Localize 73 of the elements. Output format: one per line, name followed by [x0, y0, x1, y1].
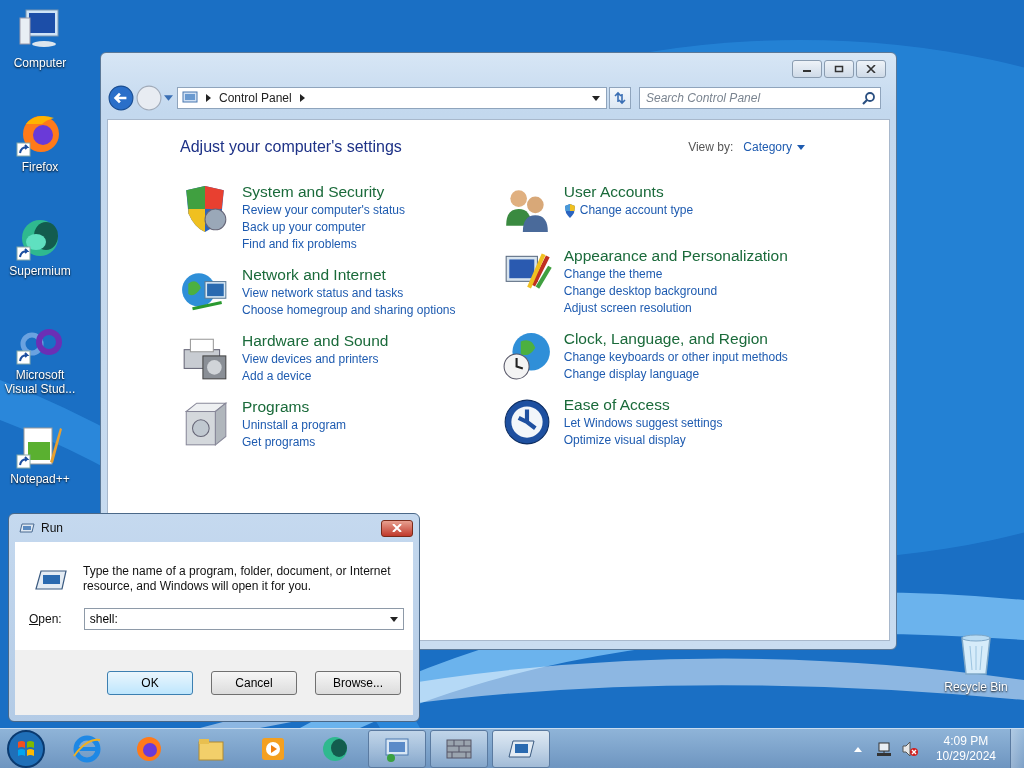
task-link[interactable]: Change keyboards or other input methods — [563, 349, 788, 366]
maximize-button[interactable] — [824, 60, 854, 78]
globe-e-icon — [72, 733, 102, 764]
view-by-dropdown[interactable]: Category — [743, 140, 805, 154]
task-link[interactable]: Change the theme — [563, 266, 663, 283]
category-link[interactable]: Programs — [242, 397, 347, 417]
control-panel-taskbar-button[interactable] — [368, 729, 426, 768]
category-link[interactable]: Ease of Access — [563, 395, 723, 415]
refresh-button[interactable] — [609, 87, 631, 109]
category-link[interactable]: Network and Internet — [242, 265, 456, 285]
task-link[interactable]: Optimize visual display — [563, 432, 686, 449]
show-desktop-button[interactable] — [1010, 728, 1024, 768]
clock-globe-icon[interactable] — [501, 331, 552, 381]
run-taskbar-button[interactable] — [492, 729, 550, 768]
task-link[interactable]: View network status and tasks — [242, 285, 404, 302]
task-link[interactable]: Review your computer's status — [242, 202, 406, 219]
minimize-button[interactable] — [792, 60, 822, 78]
close-button[interactable] — [856, 60, 886, 78]
task-link[interactable]: Change desktop background — [563, 283, 718, 300]
run-icon — [19, 522, 35, 534]
close-button[interactable] — [381, 519, 413, 537]
category-link[interactable]: Clock, Language, and Region — [563, 329, 788, 349]
category-link[interactable]: Appearance and Personalization — [563, 246, 788, 266]
chevron-icon[interactable] — [206, 94, 211, 102]
search-icon[interactable] — [862, 91, 876, 105]
task-link[interactable]: Adjust screen resolution — [563, 300, 692, 317]
task-link[interactable]: Let Windows suggest settings — [563, 415, 723, 432]
control-panel-icon — [182, 91, 198, 105]
browse-button[interactable]: Browse... — [315, 670, 401, 695]
page-heading: Adjust your computer's settings — [180, 138, 402, 156]
ok-button[interactable]: OK — [107, 670, 193, 695]
close-icon — [866, 65, 876, 73]
close-icon — [392, 524, 402, 532]
task-link[interactable]: View devices and printers — [242, 351, 379, 368]
refresh-icon — [613, 91, 627, 105]
window-title: Run — [41, 521, 63, 535]
desktop-icon-label[interactable]: Microsoft Visual Stud... — [0, 368, 80, 396]
desktop-icon-label[interactable]: Computer — [13, 56, 67, 70]
task-link[interactable]: Change account type — [579, 202, 694, 219]
show-hidden-icons-icon[interactable] — [853, 745, 862, 752]
description-text: Type the name of a program, folder, document, or Internet resource, and Windows will open it for you. — [83, 564, 392, 594]
search-field[interactable]: Search Control Panel — [639, 87, 881, 109]
start-button[interactable] — [6, 728, 46, 768]
task-link[interactable]: Get programs — [242, 434, 316, 451]
task-link[interactable]: Change display language — [563, 366, 700, 383]
task-link[interactable]: Find and fix problems — [242, 236, 357, 253]
caret-icon — [797, 144, 805, 150]
category-link[interactable]: User Accounts — [563, 182, 694, 202]
open-combo-box[interactable]: shell: — [83, 608, 404, 630]
back-button[interactable] — [108, 85, 134, 111]
task-link[interactable]: Add a device — [242, 368, 312, 385]
task-link[interactable]: Back up your computer — [242, 219, 366, 236]
muted-speaker-icon[interactable] — [901, 740, 918, 757]
desktop-icon-label[interactable]: Firefox — [21, 160, 59, 174]
category-link[interactable]: System and Security — [242, 182, 406, 202]
view-by-label: View by: — [688, 140, 734, 154]
run-icon — [35, 568, 67, 592]
address-bar[interactable]: Control Panel — [177, 87, 607, 109]
cancel-button[interactable]: Cancel — [211, 670, 297, 695]
wall-taskbar-button[interactable] — [430, 729, 488, 768]
category-link[interactable]: Hardware and Sound — [242, 331, 389, 351]
task-link[interactable]: Uninstall a program — [242, 417, 347, 434]
desktop-icon-label[interactable]: Supermium — [9, 264, 71, 278]
chevron-icon[interactable] — [299, 94, 305, 102]
open-label: Open: — [29, 612, 62, 626]
desktop-icon-label[interactable]: Notepad++ — [10, 472, 70, 486]
maximize-icon — [834, 65, 844, 73]
dropdown-caret-icon[interactable] — [592, 95, 600, 101]
dropdown-caret-icon[interactable] — [389, 617, 398, 622]
breadcrumb[interactable]: Control Panel — [219, 91, 292, 105]
task-link[interactable]: Choose homegroup and sharing options — [242, 302, 456, 319]
network-icon[interactable] — [875, 740, 892, 757]
recent-pages-caret-icon[interactable] — [164, 94, 173, 102]
